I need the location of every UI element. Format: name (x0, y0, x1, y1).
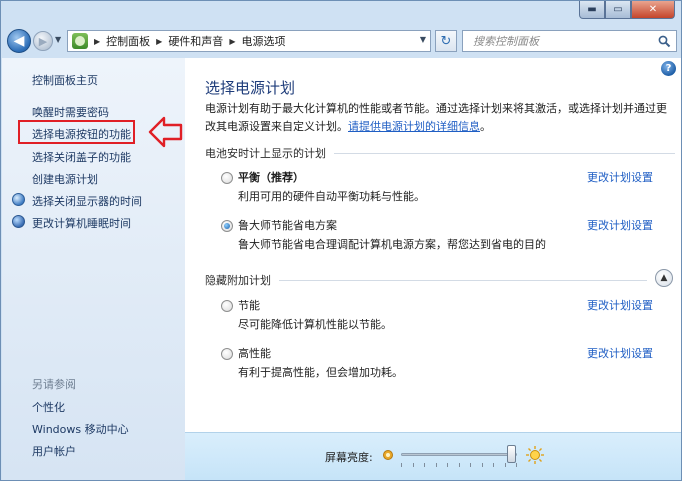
page-description: 电源计划有助于最大化计算机的性能或者节能。通过选择计划来将其激活，或选择计划并通… (205, 100, 675, 136)
plan-radio-power-saver[interactable] (221, 300, 233, 312)
breadcrumb-separator-icon[interactable]: ▶ (229, 37, 235, 46)
sidebar-item-create-plan[interactable]: 创建电源计划 (32, 171, 98, 187)
annotation-highlight-box (18, 120, 135, 144)
globe-icon (12, 215, 25, 228)
hidden-plans-section: 隐藏附加计划 (205, 272, 675, 288)
plan-name-high-performance[interactable]: 高性能 (238, 345, 271, 361)
sidebar-item-display-off[interactable]: 选择关闭显示器的时间 (32, 193, 142, 209)
plan-radio-high-performance[interactable] (221, 348, 233, 360)
change-plan-settings-link[interactable]: 更改计划设置 (587, 217, 653, 233)
sidebar-item-lid-close[interactable]: 选择关闭盖子的功能 (32, 149, 131, 165)
plan-desc-ludashi: 鲁大师节能省电合理调配计算机电源方案，帮您达到省电的目的 (238, 238, 546, 251)
brightness-bar: 屏幕亮度: (185, 432, 681, 480)
back-arrow-icon[interactable]: ◀ (7, 29, 31, 53)
sun-bright-icon (526, 446, 544, 464)
change-plan-settings-link[interactable]: 更改计划设置 (587, 169, 653, 185)
plan-radio-balanced[interactable] (221, 172, 233, 184)
address-dropdown-icon[interactable]: ▼ (420, 35, 426, 44)
annotation-arrow-icon (148, 116, 183, 148)
description-period: 。 (480, 120, 491, 133)
sun-dim-icon (383, 450, 393, 460)
control-panel-home-link[interactable]: 控制面板主页 (32, 72, 98, 88)
main-content: ? 选择电源计划 电源计划有助于最大化计算机的性能或者节能。通过选择计划来将其激… (185, 58, 681, 480)
breadcrumb-power-options[interactable]: 电源选项 (241, 33, 285, 49)
brightness-slider-track[interactable] (401, 453, 517, 456)
breadcrumb-separator-icon[interactable]: ▶ (156, 37, 162, 46)
monitor-icon (12, 193, 25, 206)
see-also-heading: 另请参阅 (32, 378, 76, 391)
search-input[interactable]: 搜索控制面板 (462, 30, 677, 52)
change-plan-settings-link[interactable]: 更改计划设置 (587, 297, 653, 313)
forward-arrow-icon[interactable]: ▶ (33, 31, 53, 51)
section-divider (279, 279, 647, 281)
breadcrumb-hardware-sound[interactable]: 硬件和声音 (168, 33, 223, 49)
recent-pages-dropdown-icon[interactable]: ▼ (55, 35, 61, 44)
brightness-slider-thumb[interactable] (506, 445, 516, 463)
maximize-button[interactable]: ▭ (605, 1, 631, 19)
section-divider (334, 152, 675, 154)
see-also-user-accounts[interactable]: 用户帐户 (32, 443, 76, 459)
search-placeholder: 搜索控制面板 (473, 35, 539, 48)
breadcrumb-control-panel[interactable]: 控制面板 (106, 33, 150, 49)
plan-radio-ludashi[interactable] (221, 220, 233, 232)
caption-buttons: ▬ ▭ ✕ (579, 1, 675, 19)
navigation-bar: ◀ ▶ ▼ ▶ 控制面板 ▶ 硬件和声音 ▶ 电源选项 ▼ ↻ 搜索控制面板 (1, 27, 681, 55)
section-header: 隐藏附加计划 (205, 274, 271, 287)
page-title: 选择电源计划 (205, 79, 296, 97)
brightness-slider-ticks (401, 463, 517, 467)
plan-desc-high-performance: 有利于提高性能，但会增加功耗。 (238, 366, 403, 379)
address-bar[interactable]: ▶ 控制面板 ▶ 硬件和声音 ▶ 电源选项 ▼ (67, 30, 431, 52)
plan-name-power-saver[interactable]: 节能 (238, 297, 260, 313)
brightness-label: 屏幕亮度: (325, 451, 373, 464)
see-also-personalization[interactable]: 个性化 (32, 399, 65, 415)
plan-details-link[interactable]: 请提供电源计划的详细信息 (348, 120, 480, 133)
sidebar-item-require-password[interactable]: 唤醒时需要密码 (32, 104, 109, 120)
control-panel-window: ▬ ▭ ✕ ◀ ▶ ▼ ▶ 控制面板 ▶ 硬件和声音 ▶ 电源选项 ▼ ↻ 搜索… (0, 0, 682, 481)
breadcrumb-separator-icon[interactable]: ▶ (94, 37, 100, 46)
plan-name-balanced[interactable]: 平衡（推荐） (238, 169, 304, 185)
battery-plans-section: 电池安时计上显示的计划 (205, 145, 675, 161)
plan-name-ludashi[interactable]: 鲁大师节能省电方案 (238, 217, 337, 233)
control-panel-icon (72, 33, 88, 49)
sidebar-item-sleep-time[interactable]: 更改计算机睡眠时间 (32, 215, 131, 231)
search-icon[interactable] (655, 32, 673, 50)
change-plan-settings-link[interactable]: 更改计划设置 (587, 345, 653, 361)
section-header: 电池安时计上显示的计划 (205, 147, 326, 160)
help-icon[interactable]: ? (661, 61, 676, 76)
close-button[interactable]: ✕ (631, 1, 675, 19)
minimize-button[interactable]: ▬ (579, 1, 605, 19)
see-also-mobility-center[interactable]: Windows 移动中心 (32, 421, 129, 437)
collapse-chevron-up-icon[interactable]: ▲ (655, 269, 673, 287)
plan-desc-power-saver: 尽可能降低计算机性能以节能。 (238, 318, 392, 331)
refresh-icon[interactable]: ↻ (435, 30, 457, 52)
plan-desc-balanced: 利用可用的硬件自动平衡功耗与性能。 (238, 190, 425, 203)
